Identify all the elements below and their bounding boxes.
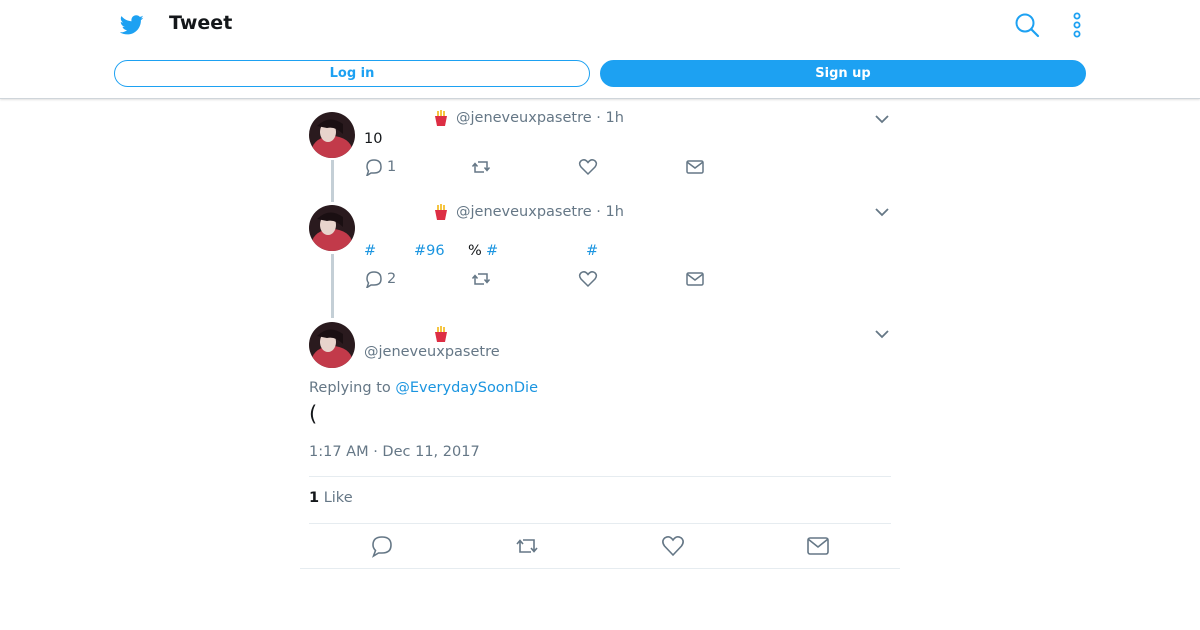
chevron-down-icon[interactable] <box>874 114 890 124</box>
reply-icon[interactable] <box>370 534 394 558</box>
reply-icon[interactable] <box>364 270 384 288</box>
chevron-down-icon[interactable] <box>874 329 890 339</box>
top-bar: Tweet Log in Sign up <box>0 0 1200 99</box>
main-tweet-handle[interactable]: @jeneveuxpasetre <box>364 344 500 360</box>
like-stats[interactable]: 1 Like <box>309 490 353 506</box>
handle-text[interactable]: @jeneveuxpasetre <box>456 204 592 220</box>
reply-count: 2 <box>387 271 397 287</box>
tweet-text: % <box>468 243 482 259</box>
retweet-icon[interactable] <box>471 270 491 288</box>
direct-message-icon[interactable] <box>806 534 830 558</box>
hashtag-link[interactable]: # <box>364 243 376 259</box>
tweet-time: · 1h <box>596 204 624 220</box>
replying-to-link[interactable]: @EverydaySoonDie <box>395 380 538 396</box>
handle-text[interactable]: @jeneveuxpasetre <box>456 110 592 126</box>
main-tweet-timestamp[interactable]: 1:17 AM · Dec 11, 2017 <box>309 444 480 460</box>
like-icon[interactable] <box>661 534 685 558</box>
log-in-button[interactable]: Log in <box>114 60 590 87</box>
fries-emoji-icon <box>435 326 447 342</box>
avatar[interactable] <box>309 112 355 158</box>
replying-prefix: Replying to <box>309 380 391 396</box>
tweet-handle[interactable]: @jeneveuxpasetre · 1h <box>456 110 624 126</box>
divider <box>309 476 891 477</box>
fries-emoji-icon <box>435 204 447 220</box>
direct-message-icon[interactable] <box>685 158 705 176</box>
hashtag-link[interactable]: # <box>486 243 498 259</box>
hashtag-link[interactable]: #96 <box>414 243 445 259</box>
tweet-time: · 1h <box>596 110 624 126</box>
reply-icon[interactable] <box>364 158 384 176</box>
thread-line <box>331 254 334 318</box>
avatar[interactable] <box>309 322 355 368</box>
fries-emoji-icon <box>435 110 447 126</box>
twitter-bird-icon[interactable] <box>120 13 144 37</box>
divider <box>300 568 900 569</box>
divider <box>309 523 891 524</box>
like-count: 1 <box>309 490 320 506</box>
hashtag-link[interactable]: # <box>586 243 598 259</box>
tweet-handle[interactable]: @jeneveuxpasetre · 1h <box>456 204 624 220</box>
replying-to: Replying to @EverydaySoonDie <box>309 380 538 396</box>
sign-up-button[interactable]: Sign up <box>600 60 1086 87</box>
page-title: Tweet <box>169 12 233 34</box>
main-tweet-text: ( <box>309 402 318 426</box>
more-vertical-icon[interactable] <box>1068 12 1086 38</box>
reply-count: 1 <box>387 159 397 175</box>
direct-message-icon[interactable] <box>685 270 705 288</box>
thread-line <box>331 160 334 202</box>
tweet-text: 10 <box>364 131 383 147</box>
like-icon[interactable] <box>578 158 598 176</box>
avatar[interactable] <box>309 205 355 251</box>
like-icon[interactable] <box>578 270 598 288</box>
like-label: Like <box>323 490 353 506</box>
retweet-icon[interactable] <box>515 534 539 558</box>
chevron-down-icon[interactable] <box>874 207 890 217</box>
search-icon[interactable] <box>1014 12 1040 38</box>
retweet-icon[interactable] <box>471 158 491 176</box>
